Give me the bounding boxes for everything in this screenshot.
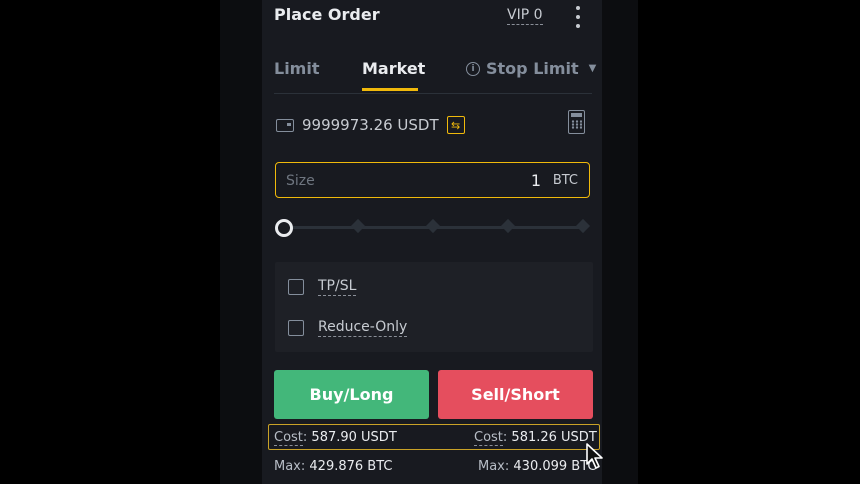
sell-short-button[interactable]: Sell/Short [438,370,593,419]
tpsl-checkbox[interactable] [288,279,304,295]
buy-cost-label: Cost [274,430,303,446]
option-tpsl[interactable]: TP/SL [288,278,357,296]
tab-stop-limit-label: Stop Limit [486,59,579,78]
available-balance: 9999973.26 USDT ⇆ [276,116,465,134]
size-input[interactable]: Size 1 BTC [275,162,590,198]
calculator-icon[interactable] [568,110,585,134]
buy-long-button[interactable]: Buy/Long [274,370,429,419]
left-backdrop [220,0,262,484]
sell-cost-label: Cost [474,430,503,446]
cursor-icon [586,443,603,469]
stage: Place Order VIP 0 Limit Market i Stop Li… [0,0,860,484]
order-panel: Place Order VIP 0 Limit Market i Stop Li… [262,0,602,484]
reduce-only-label[interactable]: Reduce-Only [318,319,408,337]
slider-step-50[interactable] [425,218,441,234]
tab-stop-limit[interactable]: i Stop Limit ▼ [466,59,596,78]
right-backdrop [602,0,638,484]
balance-amount: 9999973.26 USDT [302,116,439,134]
slider-step-75[interactable] [500,218,516,234]
wallet-icon [276,118,294,132]
buy-cost: Cost: 587.90 USDT [274,430,397,446]
buy-max-value: 429.876 BTC [309,459,393,474]
sell-max: Max: 430.099 BTC [478,459,597,474]
slider-step-100[interactable] [575,218,591,234]
size-slider-handle[interactable] [275,219,293,237]
option-reduce-only[interactable]: Reduce-Only [288,319,408,337]
sell-cost-value: 581.26 USDT [511,430,597,445]
vip-level-link[interactable]: VIP 0 [507,7,543,25]
buy-cost-value: 587.90 USDT [311,430,397,445]
reduce-only-checkbox[interactable] [288,320,304,336]
transfer-icon[interactable]: ⇆ [446,116,465,134]
caret-down-icon: ▼ [588,63,597,74]
active-tab-indicator [362,88,418,91]
tab-limit[interactable]: Limit [274,59,319,78]
sell-max-label: Max [478,459,505,474]
size-unit-selector[interactable]: BTC [553,173,578,188]
size-input-value[interactable]: 1 [531,171,541,190]
tab-market[interactable]: Market [362,59,425,78]
tpsl-label[interactable]: TP/SL [318,278,357,296]
buy-max: Max: 429.876 BTC [274,459,393,474]
more-vertical-icon[interactable] [570,6,586,28]
panel-title: Place Order [274,5,380,24]
info-icon: i [466,61,480,76]
slider-step-25[interactable] [350,218,366,234]
sell-cost: Cost: 581.26 USDT [474,430,597,446]
buy-max-label: Max [274,459,301,474]
order-options: TP/SL Reduce-Only [275,262,593,352]
size-input-label: Size [286,173,315,189]
tab-divider [274,93,592,94]
